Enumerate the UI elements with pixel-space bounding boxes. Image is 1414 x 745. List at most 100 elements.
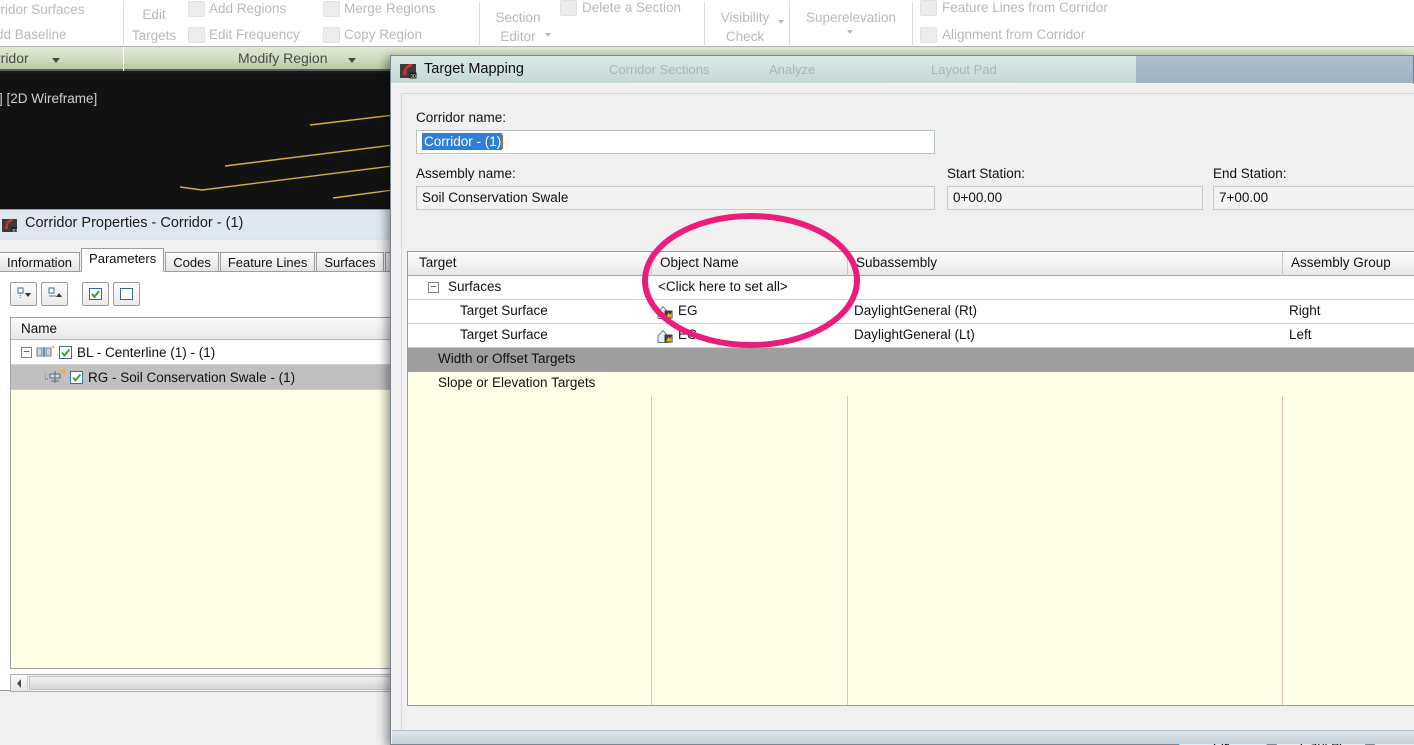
- ghost-ribbon-tab-corridor-sections: Corridor Sections: [609, 62, 710, 77]
- uncheck-all-button[interactable]: [113, 282, 140, 306]
- cell-subassembly: DaylightGeneral (Lt): [854, 327, 975, 342]
- table-row[interactable]: − Surfaces <Click here to set all>: [408, 276, 1414, 300]
- end-station-label: End Station:: [1213, 166, 1287, 181]
- target-mapping-table[interactable]: Target Object Name Subassembly Assembly …: [407, 251, 1414, 706]
- empty-box-icon: [120, 288, 133, 300]
- table-header-row: Target Object Name Subassembly Assembly …: [408, 252, 1414, 276]
- column-header-assembly-group[interactable]: Assembly Group: [1291, 255, 1391, 270]
- corridor-properties-body: Information Parameters Codes Feature Lin…: [0, 240, 432, 745]
- target-mapping-titlebar[interactable]: Corridor Sections Analyze Layout Pad 3D …: [391, 56, 1413, 84]
- ribbon-item-visibility-check-line2[interactable]: Check: [710, 28, 780, 45]
- delete-a-section-icon: [560, 0, 577, 16]
- ribbon-item-superelevation[interactable]: Superelevation: [796, 9, 906, 26]
- checked-box-icon: [89, 288, 102, 300]
- expander-icon[interactable]: −: [21, 346, 32, 358]
- dialog-footer-strip: [392, 730, 1414, 744]
- chevron-down-icon[interactable]: [778, 20, 784, 24]
- corridor-parameters-grid[interactable]: Name − BL - Centerline (1) - (1) RG - So…: [10, 317, 430, 669]
- collapse-all-button[interactable]: [41, 282, 68, 306]
- column-header-target[interactable]: Target: [419, 255, 457, 270]
- tab-surfaces[interactable]: Surfaces: [316, 252, 384, 272]
- cell-object-name[interactable]: <Click here to set all>: [658, 279, 788, 294]
- alignment-icon: [920, 27, 937, 43]
- cell-assembly-group: Left: [1289, 327, 1312, 342]
- corridor-properties-tabs[interactable]: Information Parameters Codes Feature Lin…: [0, 248, 432, 272]
- end-station-input[interactable]: 7+00.00: [1213, 186, 1414, 210]
- ribbon-toolbar: rridor Surfaces dd Baseline Edit Targets…: [0, 0, 1414, 47]
- tree-row-label: BL - Centerline (1) - (1): [77, 344, 216, 360]
- start-station-input[interactable]: 0+00.00: [947, 186, 1203, 210]
- autocad-civil3d-icon: 3D: [2, 218, 17, 232]
- target-mapping-body: Corridor name: Corridor - (1) Assembly n…: [392, 84, 1414, 745]
- svg-text:3D: 3D: [410, 73, 416, 78]
- ribbon-item-visibility-check-line1[interactable]: Visibility: [710, 9, 780, 26]
- ribbon-item-corridor-surfaces[interactable]: rridor Surfaces: [0, 2, 85, 17]
- ribbon-item-edit-frequency[interactable]: Edit Frequency: [209, 27, 300, 42]
- ribbon-item-alignment-from-corridor[interactable]: Alignment from Corridor: [942, 27, 1085, 42]
- ribbon-panel-label-modify-region[interactable]: Modify Region: [238, 50, 328, 66]
- target-mapping-dialog[interactable]: Corridor Sections Analyze Layout Pad 3D …: [390, 55, 1414, 745]
- cell-target: Slope or Elevation Targets: [438, 375, 596, 390]
- ribbon-item-edit-targets-line1[interactable]: Edit: [130, 6, 178, 23]
- ribbon-item-delete-a-section[interactable]: Delete a Section: [582, 0, 681, 15]
- expand-all-button[interactable]: [10, 282, 37, 306]
- ghost-ribbon-tab-layout-pad: Layout Pad: [931, 62, 997, 77]
- tab-codes[interactable]: Codes: [165, 252, 219, 272]
- surface-icon: [657, 329, 673, 343]
- corridor-name-input[interactable]: Corridor - (1): [416, 130, 935, 154]
- corridor-properties-titlebar[interactable]: 3D Corridor Properties - Corridor - (1): [0, 210, 401, 240]
- column-header-object-name[interactable]: Object Name: [660, 255, 739, 270]
- tab-feature-lines[interactable]: Feature Lines: [219, 252, 316, 272]
- ribbon-item-add-baseline[interactable]: dd Baseline: [0, 27, 67, 42]
- autocad-civil3d-icon: 3D: [400, 63, 417, 79]
- expander-icon[interactable]: −: [428, 282, 439, 293]
- chevron-down-icon[interactable]: [545, 33, 551, 37]
- table-row[interactable]: Target Surface EG DaylightGeneral (Lt) L…: [408, 324, 1414, 348]
- chevron-down-icon[interactable]: [847, 30, 853, 34]
- start-station-label: Start Station:: [947, 166, 1026, 181]
- chevron-down-icon[interactable]: [52, 58, 60, 63]
- collapse-all-icon: [48, 287, 62, 297]
- ribbon-item-copy-region[interactable]: Copy Region: [344, 27, 422, 42]
- ribbon-item-section-editor-line1[interactable]: Section: [487, 9, 549, 26]
- corridor-properties-toolbar[interactable]: [10, 282, 140, 306]
- copy-region-icon: [323, 27, 340, 43]
- cell-object-name[interactable]: EG: [678, 303, 698, 318]
- corridor-properties-title: Corridor Properties - Corridor - (1): [25, 215, 244, 231]
- tab-information[interactable]: Information: [0, 252, 81, 272]
- target-mapping-title: Target Mapping: [424, 61, 524, 77]
- ribbon-item-feature-lines-from-corridor[interactable]: Feature Lines from Corridor: [942, 0, 1108, 15]
- row-checkbox[interactable]: [59, 345, 72, 359]
- assembly-name-label: Assembly name:: [416, 166, 516, 181]
- tree-row-baseline[interactable]: − BL - Centerline (1) - (1): [11, 340, 429, 365]
- table-row[interactable]: Width or Offset Targets: [408, 348, 1414, 372]
- ribbon-item-section-editor-line2[interactable]: Editor: [487, 28, 549, 45]
- check-all-button[interactable]: [82, 282, 109, 306]
- merge-regions-icon: [323, 1, 340, 17]
- ribbon-item-add-regions[interactable]: Add Regions: [209, 1, 286, 16]
- baseline-icon: [36, 345, 54, 357]
- horizontal-scrollbar[interactable]: [10, 674, 430, 692]
- chevron-down-icon[interactable]: [348, 58, 356, 63]
- ribbon-panel-label-corridor[interactable]: rridor: [0, 50, 29, 66]
- cell-subassembly: DaylightGeneral (Rt): [854, 303, 978, 318]
- chevron-left-icon: [16, 678, 21, 688]
- ribbon-item-merge-regions[interactable]: Merge Regions: [344, 1, 436, 16]
- row-checkbox[interactable]: [70, 370, 83, 384]
- corridor-properties-window[interactable]: 3D Corridor Properties - Corridor - (1) …: [0, 209, 432, 745]
- tree-row-region[interactable]: RG - Soil Conservation Swale - (1): [11, 365, 429, 390]
- scroll-thumb[interactable]: [29, 676, 428, 690]
- region-icon: [45, 369, 65, 383]
- cell-object-name[interactable]: EG: [678, 327, 698, 342]
- expand-all-icon: [17, 287, 31, 299]
- table-row[interactable]: Slope or Elevation Targets: [408, 372, 1414, 396]
- feature-lines-icon: [920, 0, 937, 16]
- target-mapping-content: Corridor name: Corridor - (1) Assembly n…: [401, 93, 1414, 745]
- corridor-name-label: Corridor name:: [416, 110, 507, 125]
- ribbon-item-edit-targets-line2[interactable]: Targets: [127, 27, 181, 44]
- tab-parameters[interactable]: Parameters: [81, 248, 165, 272]
- column-header-subassembly[interactable]: Subassembly: [856, 255, 937, 270]
- table-row[interactable]: Target Surface EG DaylightGeneral (Rt) R…: [408, 300, 1414, 324]
- scroll-left-button[interactable]: [11, 675, 28, 691]
- viewport-label: op] [2D Wireframe]: [0, 91, 98, 106]
